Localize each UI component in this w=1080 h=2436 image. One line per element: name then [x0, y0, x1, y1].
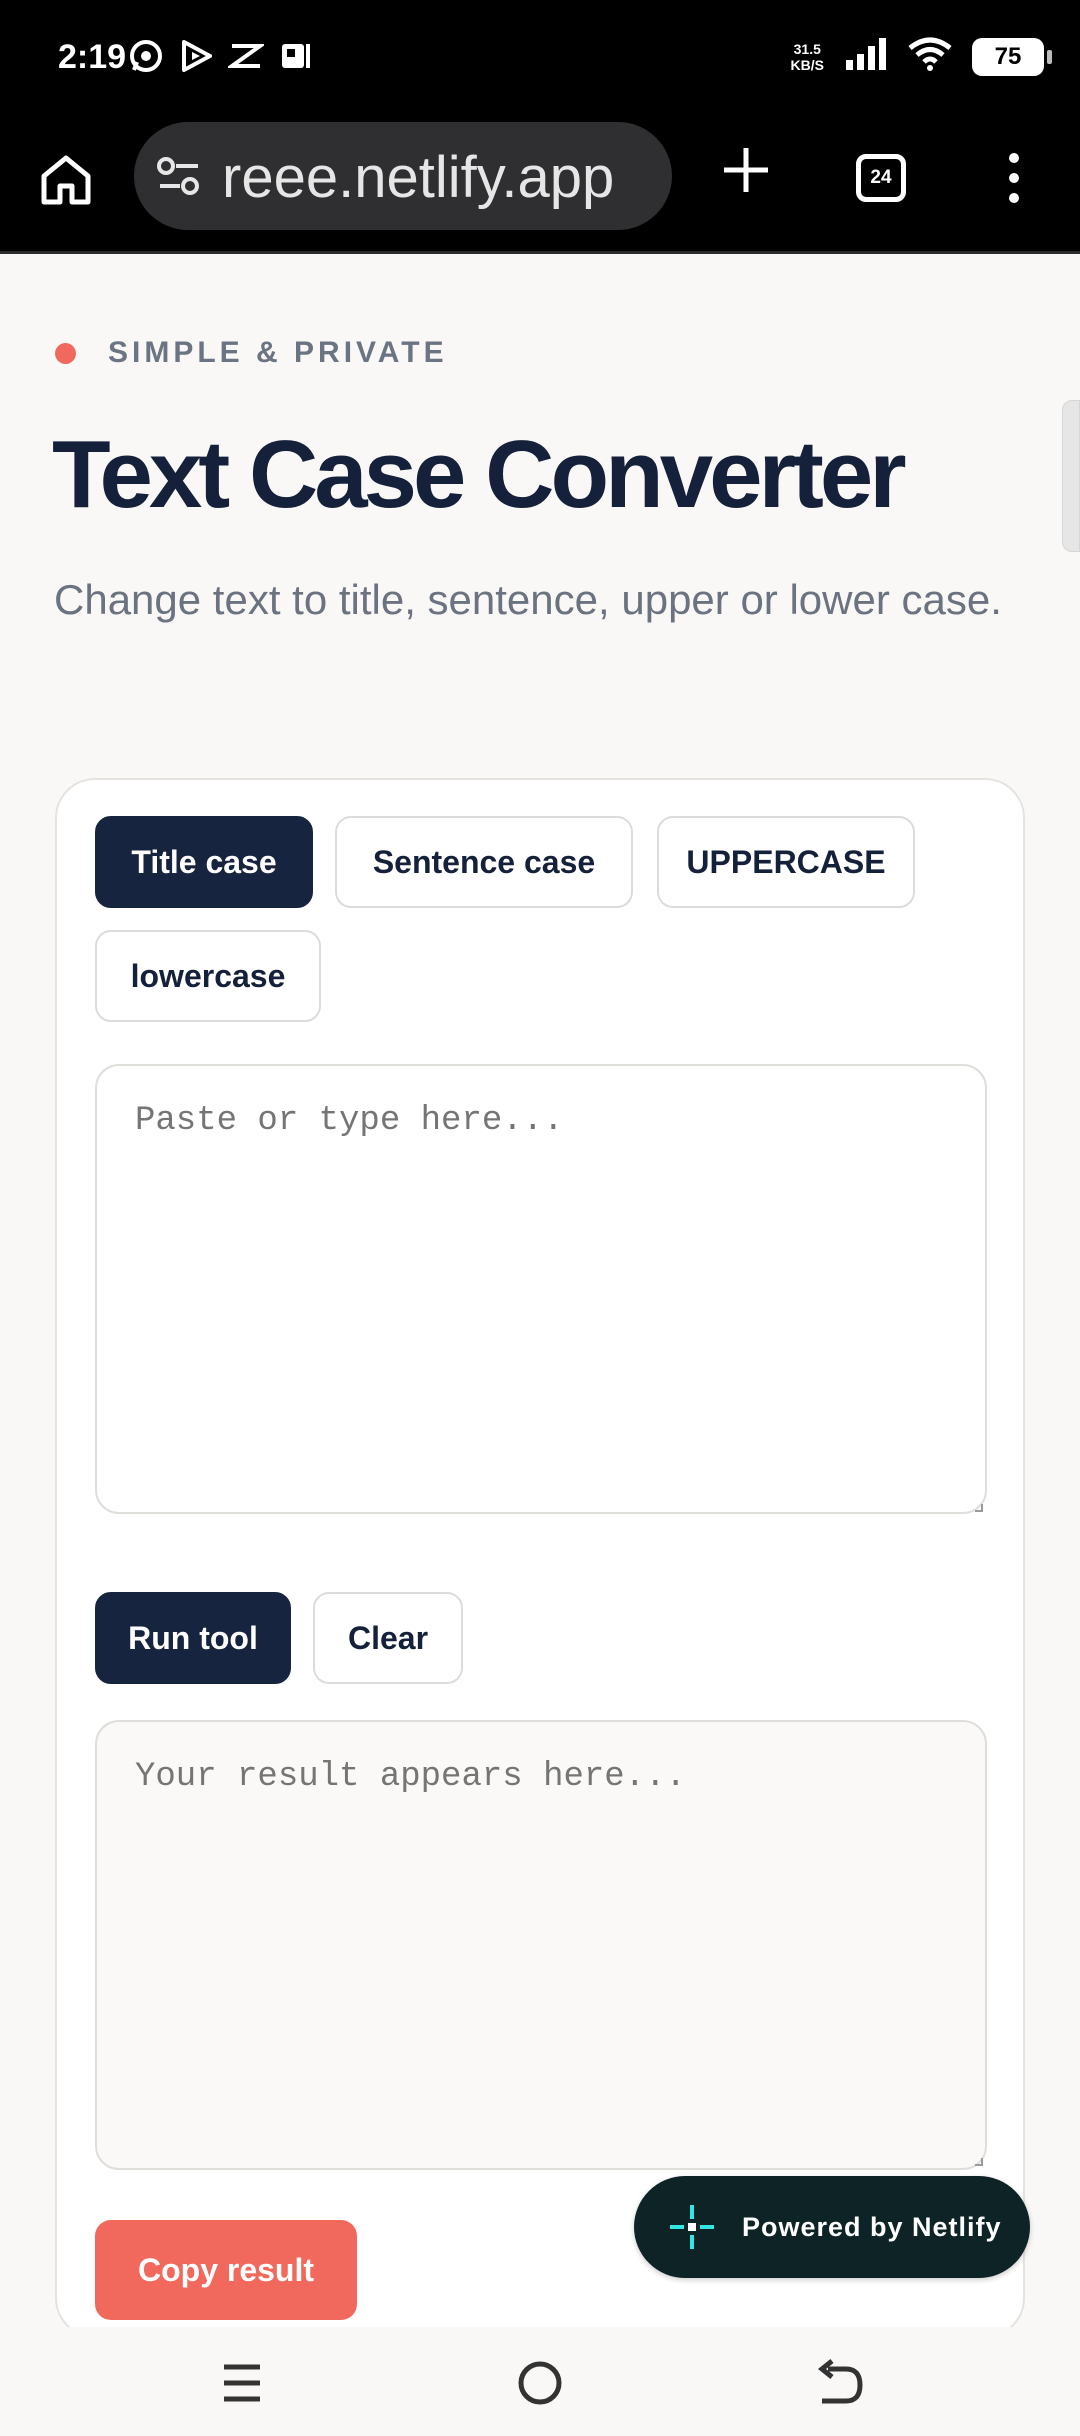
output-textarea[interactable] [95, 1720, 987, 2170]
copy-result-button[interactable]: Copy result [95, 2220, 357, 2320]
wifi-icon [908, 36, 952, 77]
page-title: Text Case Converter [52, 421, 907, 528]
home-icon[interactable] [36, 150, 96, 210]
capcut-icon [225, 38, 267, 74]
mode-title-case-button[interactable]: Title case [95, 816, 313, 908]
media-icon [178, 38, 214, 74]
input-textarea[interactable] [95, 1064, 987, 1514]
tab-switcher-button[interactable]: 24 [856, 154, 906, 202]
mode-sentence-case-button[interactable]: Sentence case [335, 816, 633, 908]
clear-button[interactable]: Clear [313, 1592, 463, 1684]
net-speed-unit: KB/S [790, 56, 824, 73]
output-resize-handle[interactable] [975, 2158, 983, 2166]
eyebrow-text: SIMPLE & PRIVATE [108, 336, 448, 369]
paytm-icon [278, 38, 314, 74]
signal-icon [844, 36, 888, 77]
system-nav-bar [0, 2327, 1080, 2436]
notification-icons [128, 38, 314, 74]
eyebrow: SIMPLE & PRIVATE [55, 336, 448, 370]
whatsapp-icon [128, 38, 164, 74]
status-bar: 2:19 31.5 KB/S 75 [0, 0, 1080, 118]
url-text[interactable]: reee.netlify.app [222, 144, 614, 211]
site-settings-icon[interactable] [156, 154, 202, 198]
status-right: 31.5 KB/S 75 [791, 36, 1052, 77]
address-bar[interactable]: reee.netlify.app [134, 122, 672, 230]
input-resize-handle[interactable] [975, 1504, 983, 1512]
netlify-badge[interactable]: Powered by Netlify [634, 2176, 1030, 2278]
net-speed-value: 31.5 [793, 40, 821, 57]
netlify-badge-text: Powered by Netlify [742, 2211, 1002, 2242]
back-nav-icon[interactable] [808, 2355, 868, 2411]
tool-card: Title case Sentence case UPPERCASE lower… [55, 778, 1025, 2338]
recents-menu-icon[interactable] [212, 2355, 272, 2411]
status-time: 2:19 [58, 38, 127, 76]
home-nav-icon[interactable] [510, 2355, 570, 2411]
netlify-icon [670, 2205, 714, 2249]
net-speed: 31.5 KB/S [791, 41, 824, 73]
accent-dot [55, 342, 76, 364]
mode-uppercase-button[interactable]: UPPERCASE [657, 816, 915, 908]
run-tool-button[interactable]: Run tool [95, 1592, 291, 1684]
battery-indicator: 75 [972, 37, 1052, 76]
browser-toolbar: reee.netlify.app 24 [0, 118, 1080, 254]
scroll-handle[interactable] [1062, 400, 1080, 552]
mode-lowercase-button[interactable]: lowercase [95, 930, 321, 1022]
page-subtitle: Change text to title, sentence, upper or… [54, 576, 1002, 623]
new-tab-icon[interactable] [718, 142, 774, 198]
more-menu-icon[interactable] [1004, 148, 1024, 208]
